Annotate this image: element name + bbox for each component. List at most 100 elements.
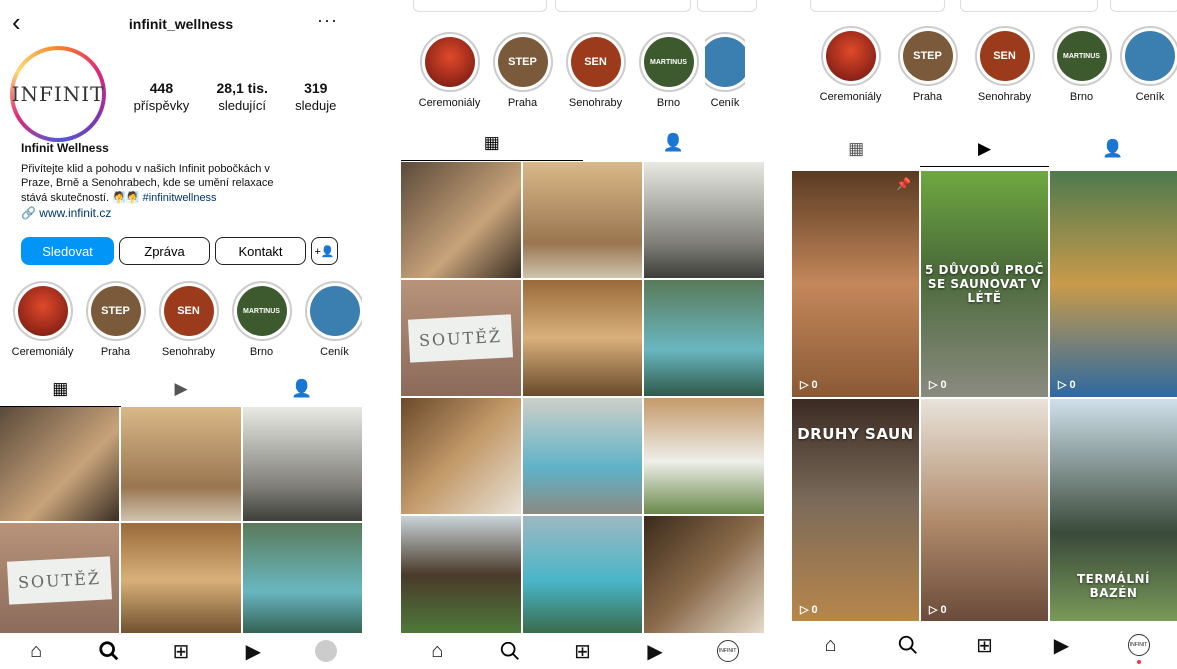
bio-website[interactable]: www.infinit.cz: [39, 206, 111, 220]
search-icon[interactable]: [94, 636, 124, 666]
tab-grid-icon[interactable]: ▦: [792, 134, 920, 164]
posts-grid: SOUTĚŽ: [401, 162, 764, 634]
reels-icon[interactable]: ▶: [238, 636, 268, 666]
profile-username: infinit_wellness: [128, 16, 234, 32]
highlight-praha[interactable]: STEP Praha: [79, 281, 152, 358]
create-icon[interactable]: ⊞: [970, 630, 1000, 660]
post-tile[interactable]: [522, 162, 643, 278]
search-icon[interactable]: [893, 630, 923, 660]
post-tile[interactable]: [522, 280, 643, 396]
highlight-label: Senohraby: [161, 346, 216, 358]
home-icon[interactable]: ⌂: [21, 636, 51, 666]
highlight-label: Brno: [249, 346, 274, 358]
profile-avatar-logo: INFINIT: [716, 640, 739, 662]
home-icon[interactable]: ⌂: [816, 630, 846, 660]
highlight-label: Praha: [912, 91, 943, 103]
tab-tagged-icon[interactable]: 👤: [1049, 134, 1177, 164]
follow-button[interactable]: Sledovat: [21, 237, 114, 265]
highlight-cenik[interactable]: Ceník: [1120, 26, 1177, 103]
avatar-logo: INFINIT: [12, 54, 103, 134]
highlight-pic: SEN: [163, 286, 214, 336]
message-button[interactable]: Zpráva: [119, 237, 210, 265]
create-icon[interactable]: ⊞: [166, 636, 196, 666]
post-tile[interactable]: [522, 398, 643, 514]
create-icon[interactable]: ⊞: [567, 636, 597, 666]
post-tile[interactable]: [644, 162, 764, 278]
highlight-brno[interactable]: MARTINUS Brno: [225, 281, 298, 358]
tab-grid-icon[interactable]: ▦: [0, 374, 121, 407]
highlight-ceremonialy[interactable]: Ceremoniály: [413, 32, 486, 109]
notification-dot: [1136, 660, 1141, 664]
post-tile[interactable]: SOUTĚŽ: [0, 523, 120, 637]
post-tile[interactable]: [644, 280, 764, 396]
highlight-senohraby[interactable]: SEN Senohraby: [559, 32, 632, 109]
reel-views: ▷ 0: [800, 604, 818, 616]
reel-caption: TERMÁLNÍ BAZÉN: [1076, 572, 1150, 600]
tab-reels-icon[interactable]: ▶: [920, 134, 1049, 167]
profile-avatar[interactable]: INFINIT: [10, 46, 106, 142]
add-person-icon[interactable]: +👤: [311, 237, 338, 265]
post-tile[interactable]: [401, 516, 521, 634]
post-tile[interactable]: [242, 523, 362, 637]
reels-icon[interactable]: ▶: [640, 636, 670, 666]
reel-caption: DRUHY SAUN: [797, 425, 914, 443]
prev-button-edge: [413, 0, 547, 12]
post-tile[interactable]: [401, 398, 521, 514]
highlight-label: Brno: [1069, 91, 1094, 103]
reels-icon[interactable]: ▶: [1047, 630, 1077, 660]
stat-followers[interactable]: 28,1 tis. sledující: [217, 80, 268, 113]
post-tile[interactable]: [522, 516, 643, 634]
bio-hashtag[interactable]: #infinitwellness: [143, 192, 217, 204]
search-icon[interactable]: [495, 636, 525, 666]
tab-reels-icon[interactable]: ▶: [121, 374, 242, 404]
tab-tagged-icon[interactable]: 👤: [583, 128, 765, 158]
contact-button[interactable]: Kontakt: [215, 237, 306, 265]
highlight-cenik[interactable]: Ceník: [705, 32, 745, 109]
stat-following[interactable]: 319 sleduje: [295, 80, 336, 113]
post-tile[interactable]: [644, 398, 764, 514]
bio-line-2: Praze, Brně a Senohrabech, kde se umění …: [21, 177, 274, 189]
highlight-praha[interactable]: STEP Praha: [889, 26, 966, 103]
reel-views-count: 0: [940, 604, 947, 616]
home-icon[interactable]: ⌂: [422, 636, 452, 666]
profile-avatar-icon[interactable]: INFINIT: [1124, 630, 1154, 664]
post-tile[interactable]: [644, 516, 764, 634]
reel-tile[interactable]: DRUHY SAUN ▷ 0: [792, 399, 919, 622]
highlight-label: Ceník: [710, 97, 740, 109]
reel-views: ▷ 0: [929, 604, 947, 616]
highlight-senohraby[interactable]: SEN Senohraby: [966, 26, 1043, 103]
post-tile[interactable]: SOUTĚŽ: [401, 280, 521, 396]
highlight-label: Ceremoniály: [11, 346, 74, 358]
highlight-cenik[interactable]: Ceník: [298, 281, 362, 358]
reel-tile[interactable]: ▷ 0: [921, 399, 1048, 622]
profile-stats: 448 příspěvky 28,1 tis. sledující 319 sl…: [120, 80, 350, 113]
reel-caption: 5 DŮVODŮ PROČ SE SAUNOVAT V LÉTĚ: [925, 263, 1044, 305]
stat-posts-count: 448: [149, 80, 174, 96]
bio-website-wrap[interactable]: 🔗 www.infinit.cz: [21, 206, 341, 221]
post-tile[interactable]: [121, 407, 241, 521]
profile-avatar-icon[interactable]: [311, 636, 341, 666]
stat-posts[interactable]: 448 příspěvky: [134, 80, 190, 113]
prev-button-edge: [960, 0, 1098, 12]
highlight-ceremonialy[interactable]: Ceremoniály: [812, 26, 889, 103]
highlight-brno[interactable]: MARTINUS Brno: [632, 32, 705, 109]
post-tile[interactable]: [401, 162, 521, 278]
reel-tile[interactable]: 📌 ▷ 0: [792, 171, 919, 397]
reel-tile[interactable]: ▷ 0: [1050, 171, 1177, 397]
highlight-brno[interactable]: MARTINUS Brno: [1043, 26, 1120, 103]
highlight-senohraby[interactable]: SEN Senohraby: [152, 281, 225, 358]
highlight-praha[interactable]: STEP Praha: [486, 32, 559, 109]
reel-views-count: 0: [940, 379, 947, 391]
reel-tile[interactable]: 5 DŮVODŮ PROČ SE SAUNOVAT V LÉTĚ ▷ 0: [921, 171, 1048, 397]
highlight-label: Brno: [656, 97, 681, 109]
post-tile[interactable]: [0, 407, 120, 521]
post-tile[interactable]: [242, 407, 362, 521]
highlight-ceremonialy[interactable]: Ceremoniály: [6, 281, 79, 358]
reel-tile[interactable]: TERMÁLNÍ BAZÉN: [1050, 399, 1177, 622]
profile-avatar-icon[interactable]: INFINIT: [713, 636, 743, 666]
bottom-nav: ⌂ ⊞ ▶ INFINIT: [792, 621, 1177, 669]
more-options-icon[interactable]: ···: [317, 10, 338, 31]
tab-grid-icon[interactable]: ▦: [401, 128, 583, 161]
tab-tagged-icon[interactable]: 👤: [241, 374, 362, 404]
post-tile[interactable]: [121, 523, 241, 637]
